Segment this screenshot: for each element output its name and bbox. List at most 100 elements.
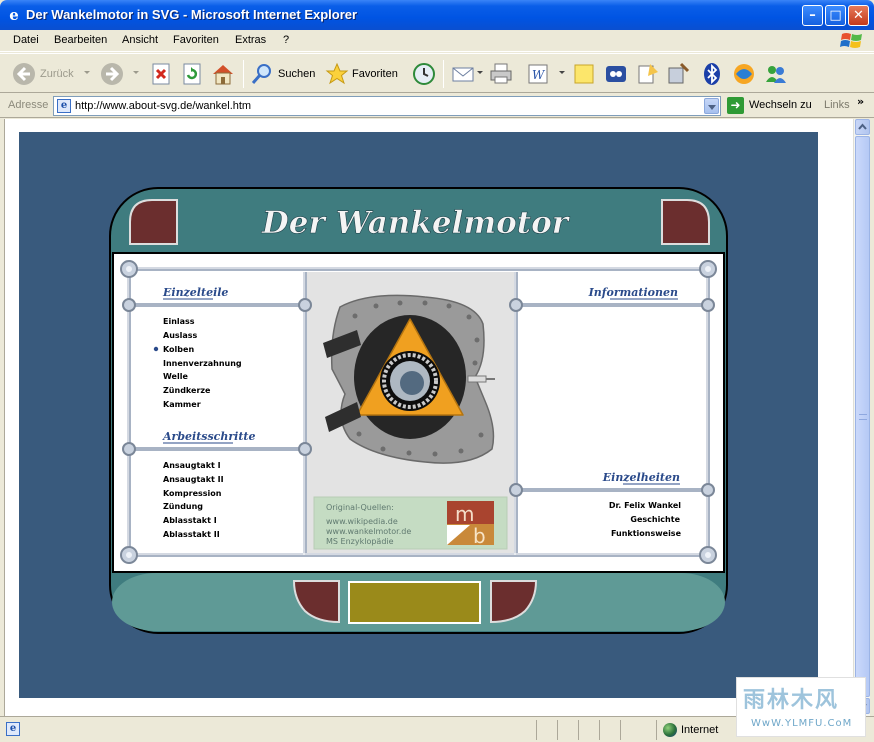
minimize-button[interactable]: – <box>802 5 823 26</box>
spark-plug <box>467 375 487 383</box>
info-header: Informationen <box>588 286 678 299</box>
watermark-sub: WwW.YLMFU.CoM <box>751 718 853 729</box>
edit-icon[interactable]: W <box>526 62 550 86</box>
edit-dropdown-icon[interactable] <box>559 71 565 74</box>
back-icon[interactable] <box>12 62 36 86</box>
parts-header: Einzelteile <box>162 286 228 299</box>
msn-icon[interactable] <box>732 62 756 86</box>
step-kompression[interactable]: Kompression <box>163 489 222 498</box>
internet-zone-icon <box>663 723 677 737</box>
bluetooth-icon[interactable] <box>700 62 724 86</box>
part-welle[interactable]: Welle <box>163 372 188 381</box>
status-cell <box>620 720 655 740</box>
toolbar-separator <box>443 60 444 88</box>
chevron-more-icon[interactable]: » <box>857 95 864 108</box>
menu-edit[interactable]: Bearbeiten <box>54 34 107 46</box>
svg-text:W: W <box>532 68 546 82</box>
go-button[interactable]: Wechseln zu <box>749 99 812 111</box>
wankel-engine-illustration <box>323 294 495 464</box>
address-input[interactable]: e http://www.about-svg.de/wankel.htm <box>53 96 721 116</box>
source-wikipedia[interactable]: www.wikipedia.de <box>326 517 398 526</box>
detail-felix-wankel[interactable]: Dr. Felix Wankel <box>609 501 681 510</box>
menu-view[interactable]: Ansicht <box>122 34 158 46</box>
source-ms-enzyklopaedie[interactable]: MS Enzyklopädie <box>326 537 394 546</box>
detail-geschichte[interactable]: Geschichte <box>630 515 680 524</box>
home-icon[interactable] <box>211 62 235 86</box>
history-icon[interactable] <box>412 62 436 86</box>
step-ansaugtakt-1[interactable]: Ansaugtakt I <box>163 461 221 470</box>
top-left-corner <box>129 199 178 245</box>
toolbar: Zurück Suchen Favoriten W <box>0 53 874 93</box>
details-header: Einzelheiten <box>602 471 680 484</box>
print-icon[interactable] <box>489 62 513 86</box>
back-dropdown-icon[interactable] <box>84 71 90 74</box>
messenger-icon[interactable] <box>604 62 628 86</box>
close-button[interactable]: ✕ <box>848 5 869 26</box>
vertical-scrollbar[interactable] <box>853 119 870 716</box>
logo-letter-b: b <box>473 524 486 548</box>
eccentric-shaft <box>400 371 424 395</box>
source-wankelmotor[interactable]: www.wankelmotor.de <box>326 527 411 536</box>
part-kolben[interactable]: Kolben <box>163 345 194 354</box>
address-bar: Adresse e http://www.about-svg.de/wankel… <box>0 94 874 118</box>
status-cell <box>599 720 619 740</box>
research-icon[interactable] <box>636 62 660 86</box>
stop-icon[interactable] <box>149 62 173 86</box>
part-kammer[interactable]: Kammer <box>163 400 201 409</box>
selected-part-bullet-icon <box>153 346 159 352</box>
browser-viewport: Der Wankelmotor Einzelteile Arbeitsschri… <box>4 119 854 716</box>
step-ablasstakt-1[interactable]: Ablasstakt I <box>163 516 217 525</box>
menu-help[interactable]: ? <box>283 34 289 46</box>
favorites-icon[interactable] <box>325 62 349 86</box>
scroll-grip-icon <box>859 414 867 420</box>
mb-logo: m b <box>447 501 494 548</box>
forward-icon[interactable] <box>100 62 124 86</box>
menu-file[interactable]: Datei <box>13 34 39 46</box>
detail-funktionsweise[interactable]: Funktionsweise <box>611 529 682 538</box>
scroll-up-button[interactable] <box>855 119 870 135</box>
step-ansaugtakt-2[interactable]: Ansaugtakt II <box>163 475 224 484</box>
back-label[interactable]: Zurück <box>40 68 74 80</box>
sources-heading: Original-Quellen: <box>326 503 394 512</box>
scroll-thumb[interactable] <box>855 136 870 697</box>
status-cell <box>536 720 556 740</box>
windows-logo-icon <box>840 33 862 48</box>
logo-letter-m: m <box>455 502 474 526</box>
notes-icon[interactable] <box>572 62 596 86</box>
page-icon: e <box>57 99 71 113</box>
status-page-icon: e <box>6 722 20 736</box>
messenger-buddies-icon[interactable] <box>764 62 788 86</box>
links-label[interactable]: Links <box>824 99 850 111</box>
forward-dropdown-icon[interactable] <box>133 71 139 74</box>
wankel-svg-page: Der Wankelmotor Einzelteile Arbeitsschri… <box>109 187 728 634</box>
part-zuendkerze[interactable]: Zündkerze <box>163 386 211 395</box>
go-arrow-icon[interactable]: ➜ <box>727 97 744 114</box>
chevron-up-icon <box>858 123 867 130</box>
address-dropdown-icon[interactable] <box>704 98 719 114</box>
search-icon[interactable] <box>250 62 274 86</box>
address-url[interactable]: http://www.about-svg.de/wankel.htm <box>75 100 251 112</box>
watermark-main: 雨林木风 <box>743 688 840 713</box>
part-einlass[interactable]: Einlass <box>163 317 195 326</box>
status-zone: Internet <box>681 724 719 736</box>
watermark: 雨林木风 WwW.YLMFU.CoM <box>736 677 866 737</box>
mail-icon[interactable] <box>451 62 475 86</box>
favorites-label[interactable]: Favoriten <box>352 68 398 80</box>
part-innenverzahnung[interactable]: Innenverzahnung <box>163 359 242 368</box>
bottom-center-button[interactable] <box>348 581 481 624</box>
maximize-button[interactable]: □ <box>825 5 846 26</box>
status-cell <box>557 720 577 740</box>
menu-tools[interactable]: Extras <box>235 34 266 46</box>
step-zuendung[interactable]: Zündung <box>163 502 203 511</box>
mail-dropdown-icon[interactable] <box>477 71 483 74</box>
toolbar-separator <box>243 60 244 88</box>
menu-favorites[interactable]: Favoriten <box>173 34 219 46</box>
search-label[interactable]: Suchen <box>278 68 315 80</box>
refresh-icon[interactable] <box>180 62 204 86</box>
window-title: Der Wankelmotor in SVG - Microsoft Inter… <box>26 7 358 22</box>
ie-icon: e <box>9 6 19 24</box>
title-bar: e Der Wankelmotor in SVG - Microsoft Int… <box>0 0 874 30</box>
step-ablasstakt-2[interactable]: Ablasstakt II <box>163 530 220 539</box>
part-auslass[interactable]: Auslass <box>163 331 198 340</box>
tools-icon[interactable] <box>666 62 690 86</box>
